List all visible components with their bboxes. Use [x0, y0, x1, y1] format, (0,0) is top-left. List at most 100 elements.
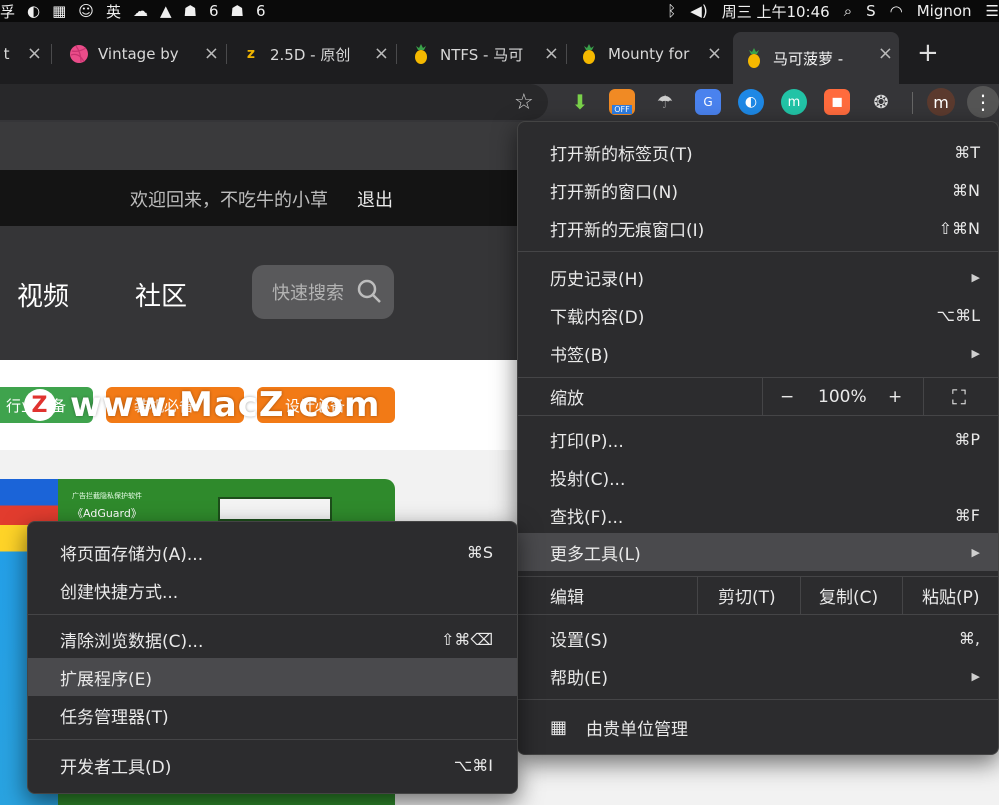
off-badge-extension[interactable]: OFF [609, 89, 635, 115]
menu-label: 查找(F)... [550, 507, 624, 528]
thumbnail-title: 《AdGuard》 [72, 507, 142, 520]
menu-label: 下载内容(D) [550, 307, 645, 328]
wifi-icon[interactable]: ◠ [890, 0, 903, 22]
menu-item-dev-tools[interactable]: 开发者工具(D) ⌥⌘I [28, 746, 517, 784]
app-status-icon[interactable]: ▦ [52, 0, 66, 22]
parachute-icon[interactable]: ☂ [652, 89, 678, 115]
tab-item[interactable]: z 2.5D - 原创 × [230, 34, 397, 74]
bluetooth-icon[interactable]: ᛒ [667, 0, 676, 22]
volume-icon[interactable]: ◀) [690, 0, 707, 22]
fullscreen-icon[interactable]: ⛶ [952, 378, 966, 415]
menu-item-save-page[interactable]: 将页面存储为(A)... ⌘S [28, 533, 517, 571]
smiley-icon[interactable]: ☺ [78, 0, 94, 22]
close-icon[interactable]: × [204, 43, 219, 64]
menu-label: 开发者工具(D) [60, 757, 172, 778]
paste-button[interactable]: 粘贴(P) [922, 577, 980, 614]
profile-avatar[interactable]: m [927, 88, 955, 116]
drive-icon[interactable]: ▲ [160, 0, 172, 22]
download-arrow-icon[interactable]: ⬇ [567, 89, 593, 115]
menu-divider [697, 577, 698, 614]
menu-item-find[interactable]: 查找(F)... ⌘F [518, 496, 998, 534]
notification-center-icon[interactable]: ☰ [986, 0, 999, 22]
app-status-icon[interactable]: ◐ [27, 0, 40, 22]
mercury-extension-icon[interactable]: m [781, 89, 807, 115]
skype-icon[interactable]: S [866, 0, 876, 22]
menu-item-create-shortcut[interactable]: 创建快捷方式... [28, 571, 517, 609]
tab-item-active[interactable]: 马可菠萝 - × [733, 32, 899, 84]
more-tools-submenu: 将页面存储为(A)... ⌘S 创建快捷方式... 清除浏览数据(C)... ⇧⌘⌫… [27, 521, 518, 794]
wechat-icon[interactable]: ☁ [133, 0, 148, 22]
fish-icon[interactable]: ❂ [868, 89, 894, 115]
logout-link[interactable]: 退出 [357, 186, 393, 212]
qq-icon[interactable]: ☗ [231, 0, 244, 22]
tab-item[interactable]: Vintage by × [58, 34, 227, 74]
menu-label: 清除浏览数据(C)... [60, 631, 204, 652]
chrome-menu-button[interactable]: ⋮ [967, 86, 999, 118]
site-search-input[interactable]: 快速搜索 [252, 265, 394, 319]
copy-button[interactable]: 复制(C) [819, 577, 878, 614]
nav-video[interactable]: 视频 [17, 276, 69, 313]
cut-button[interactable]: 剪切(T) [718, 577, 776, 614]
orange-extension-icon[interactable]: ◼ [824, 89, 850, 115]
pineapple-icon [410, 43, 432, 65]
clock[interactable]: 周三 上午10:46 [722, 0, 830, 22]
tab-title: NTFS - 马可 [440, 45, 524, 64]
close-icon[interactable]: × [707, 43, 722, 64]
shortcut: ⌘T [954, 142, 980, 162]
thumbnail-window-graphic [218, 497, 332, 521]
menu-item-cast[interactable]: 投射(C)... [518, 458, 998, 496]
tab-item[interactable]: NTFS - 马可 × [400, 34, 567, 74]
menu-item-task-manager[interactable]: 任务管理器(T) [28, 696, 517, 734]
menu-divider [762, 378, 763, 415]
menu-item-bookmarks[interactable]: 书签(B) ▶ [518, 334, 998, 372]
shortcut: ⌘S [466, 542, 493, 562]
menu-item-managed[interactable]: ▦ 由贵单位管理 [518, 708, 998, 746]
menu-label: 帮助(E) [550, 668, 609, 689]
tab-item[interactable]: Mounty for × [568, 34, 728, 74]
menu-label: 打开新的无痕窗口(I) [550, 220, 705, 241]
address-bar[interactable] [0, 84, 548, 120]
browser-toolbar: ☆ ⬇ OFF ☂ G ◐ m ◼ ❂ m ⋮ [0, 84, 999, 122]
menu-item-settings[interactable]: 设置(S) ⌘, [518, 619, 998, 657]
bookmark-star-icon[interactable]: ☆ [514, 90, 534, 115]
close-icon[interactable]: × [374, 43, 389, 64]
new-tab-button[interactable]: + [917, 38, 939, 68]
menu-item-clear-data[interactable]: 清除浏览数据(C)... ⇧⌘⌫ [28, 620, 517, 658]
user-name[interactable]: Mignon [917, 0, 972, 22]
zoom-out-button[interactable]: − [780, 378, 794, 415]
tab-item[interactable]: y t × [0, 34, 52, 74]
menu-label: 打开新的窗口(N) [550, 182, 678, 203]
tab-title: y t [0, 45, 10, 63]
close-icon[interactable]: × [544, 43, 559, 64]
menu-label: 将页面存储为(A)... [60, 544, 204, 565]
tab-divider [396, 44, 397, 64]
input-method-icon[interactable]: 孚 [0, 0, 15, 22]
tab-divider [226, 44, 227, 64]
menu-item-downloads[interactable]: 下载内容(D) ⌥⌘L [518, 296, 998, 334]
shortcut: ⌘P [954, 429, 980, 449]
menu-item-print[interactable]: 打印(P)... ⌘P [518, 420, 998, 458]
toolbar-divider [912, 92, 913, 114]
zoom-label: 缩放 [550, 389, 584, 409]
close-icon[interactable]: × [878, 43, 893, 64]
menu-item-new-window[interactable]: 打开新的窗口(N) ⌘N [518, 171, 998, 209]
menu-item-new-tab[interactable]: 打开新的标签页(T) ⌘T [518, 133, 998, 171]
translate-icon[interactable]: G [695, 89, 721, 115]
chevron-right-icon: ▶ [971, 270, 980, 284]
tab-divider [566, 44, 567, 64]
building-icon: ▦ [550, 716, 568, 738]
spotlight-icon[interactable]: ⌕ [844, 0, 852, 22]
input-language-indicator[interactable]: 英 [106, 0, 121, 22]
menu-item-history[interactable]: 历史记录(H) ▶ [518, 258, 998, 296]
menu-item-extensions[interactable]: 扩展程序(E) [28, 658, 517, 696]
nav-community[interactable]: 社区 [135, 276, 187, 313]
browser-extension-icon[interactable]: ◐ [738, 89, 764, 115]
zoom-in-button[interactable]: + [888, 378, 902, 415]
menu-item-help[interactable]: 帮助(E) ▶ [518, 657, 998, 695]
qq-badge-count: 6 [208, 2, 219, 20]
off-badge-label: OFF [612, 105, 632, 114]
menu-item-incognito[interactable]: 打开新的无痕窗口(I) ⇧⌘N [518, 209, 998, 247]
qq-icon[interactable]: ☗ [184, 0, 197, 22]
menu-item-more-tools[interactable]: 更多工具(L) ▶ [518, 533, 998, 571]
close-icon[interactable]: × [27, 43, 42, 64]
